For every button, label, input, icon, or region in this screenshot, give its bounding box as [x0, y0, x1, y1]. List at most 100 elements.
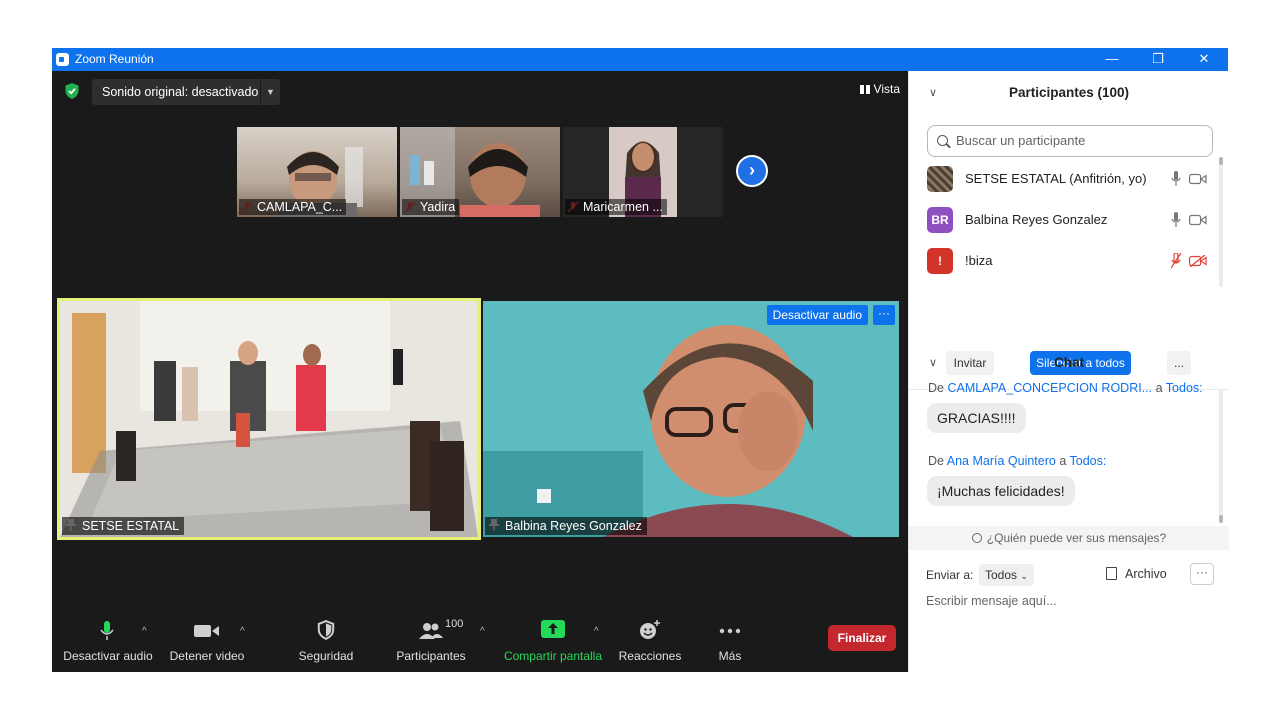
collapse-participants-chevron-icon[interactable]: ∨ [929, 73, 937, 113]
participant-row[interactable]: ! !biza [927, 247, 1207, 275]
send-to-row: Enviar a: Todos ⌄ Archivo ··· [926, 563, 1216, 589]
chat-sender-line: De Ana María Quintero a Todos: [928, 454, 1106, 468]
participants-button[interactable]: 100 Participantes [392, 612, 470, 672]
tile-name: SETSE ESTATAL [62, 517, 185, 535]
chat-sender-line: De CAMLAPA_CONCEPCION RODRI... a Todos: [928, 381, 1203, 395]
share-options-caret-icon[interactable]: ^ [594, 626, 599, 637]
security-button[interactable]: Seguridad [292, 612, 360, 672]
end-meeting-button[interactable]: Finalizar [828, 625, 896, 651]
person-info-icon [971, 533, 982, 543]
thumbnail-name: CAMLAPA_C... [239, 199, 347, 215]
security-label: Seguridad [298, 649, 354, 663]
audio-options-caret-icon[interactable]: ^ [142, 626, 147, 637]
mute-label: Desactivar audio [63, 649, 153, 663]
zoom-window: Zoom Reunión — ❐ ✕ Sonido original: desa… [52, 48, 1229, 672]
chat-message-bubble: GRACIAS!!!! [927, 403, 1026, 433]
chat-scroll-thumb[interactable] [1219, 515, 1223, 523]
more-dots-icon [719, 628, 741, 634]
collapse-chat-chevron-icon[interactable]: ∨ [929, 343, 937, 383]
more-button[interactable]: Más [702, 612, 758, 672]
microphone-icon[interactable] [1171, 171, 1181, 187]
share-screen-button[interactable]: Compartir pantalla [500, 612, 606, 672]
stop-video-button[interactable]: Detener video [162, 612, 252, 672]
stop-video-label: Detener video [169, 649, 245, 663]
chat-title-row: ∨ Chat [909, 343, 1229, 383]
participant-name: !biza [965, 253, 993, 268]
participant-thumbnail[interactable]: Yadira [400, 127, 560, 217]
video-tile-balbina[interactable]: Desactivar audio ··· Balbina Reyes Gonza… [483, 301, 899, 537]
title-bar: Zoom Reunión — ❐ ✕ [52, 48, 1228, 71]
share-screen-label: Compartir pantalla [503, 649, 603, 663]
participants-title: Participantes (100) [1008, 85, 1130, 100]
participant-name: SETSE ESTATAL (Anfitrión, yo) [965, 171, 1147, 186]
zoom-logo-icon [56, 53, 69, 66]
send-to-label: Enviar a: [926, 568, 974, 582]
chat-recipient[interactable]: Todos: [1070, 454, 1107, 468]
participant-name: Balbina Reyes Gonzalez [965, 212, 1108, 227]
meeting-video-area: Sonido original: desactivado ▼ Vista CAM… [52, 71, 908, 672]
reactions-icon [640, 620, 660, 639]
camera-icon[interactable] [1189, 173, 1207, 185]
reactions-button[interactable]: Reacciones [616, 612, 684, 672]
participant-thumbnail[interactable]: Maricarmen ... [563, 127, 723, 217]
participants-scrollbar[interactable] [1219, 157, 1223, 287]
chat-more-button[interactable]: ··· [1190, 563, 1214, 585]
mute-button[interactable]: Desactivar audio [60, 612, 156, 672]
participants-scroll-thumb[interactable] [1219, 157, 1223, 165]
participant-search-input[interactable]: Buscar un participante [927, 125, 1213, 157]
send-to-dropdown[interactable]: Todos ⌄ [979, 564, 1034, 586]
participant-row[interactable]: BR Balbina Reyes Gonzalez [927, 206, 1207, 234]
avatar: ! [927, 248, 953, 274]
chevron-down-icon: ⌄ [1020, 571, 1028, 581]
minimize-button[interactable]: — [1089, 48, 1135, 71]
chat-to-prefix: a [1152, 381, 1166, 395]
restore-button[interactable]: ❐ [1135, 48, 1181, 71]
camera-off-icon[interactable] [1189, 255, 1207, 267]
participants-header: ∨ Participantes (100) [909, 73, 1229, 113]
video-camera-icon [194, 625, 219, 637]
send-to-value: Todos [985, 568, 1018, 582]
chat-title: Chat [1054, 355, 1084, 370]
original-sound-dropdown-icon[interactable]: ▼ [260, 79, 280, 105]
microphone-icon[interactable] [1171, 212, 1181, 228]
video-tile-setse-estatal[interactable]: SETSE ESTATAL [57, 298, 481, 540]
deactivate-audio-button[interactable]: Desactivar audio [766, 305, 868, 325]
muted-mic-icon[interactable] [1171, 253, 1181, 269]
security-icon [317, 620, 335, 640]
thumbnail-name: Maricarmen ... [565, 199, 667, 215]
sidebar: ∨ Participantes (100) Buscar un particip… [908, 71, 1229, 672]
tile-more-button[interactable]: ··· [873, 305, 895, 325]
chat-message-input[interactable]: Escribir mensaje aquí... [926, 594, 1057, 608]
thumbnail-name: Yadira [402, 199, 460, 215]
view-button[interactable]: Vista [859, 82, 900, 96]
meeting-toolbar: Desactivar audio ^ Detener video ^ Segur… [52, 612, 908, 672]
search-icon [937, 135, 948, 146]
participants-icon [419, 623, 443, 639]
participants-label: Participantes [396, 649, 466, 663]
chat-sender-name[interactable]: Ana María Quintero [947, 454, 1056, 468]
view-label: Vista [873, 82, 900, 96]
who-can-see-messages[interactable]: ¿Quién puede ver sus mensajes? [909, 526, 1229, 550]
participant-search-placeholder: Buscar un participante [956, 133, 1086, 148]
more-label: Más [718, 649, 742, 663]
participant-row[interactable]: SETSE ESTATAL (Anfitrión, yo) [927, 165, 1207, 193]
participant-thumbnail[interactable]: CAMLAPA_C... [237, 127, 397, 217]
chat-scrollbar[interactable] [1219, 389, 1223, 523]
original-sound-toggle[interactable]: Sonido original: desactivado ▼ [92, 79, 280, 105]
chat-sender-name[interactable]: CAMLAPA_CONCEPCION RODRI... [947, 381, 1152, 395]
participants-options-caret-icon[interactable]: ^ [480, 626, 485, 637]
close-button[interactable]: ✕ [1181, 48, 1227, 71]
camera-icon[interactable] [1189, 214, 1207, 226]
avatar [927, 166, 953, 192]
file-button[interactable]: Archivo [1106, 567, 1167, 581]
tile-name: Balbina Reyes Gonzalez [485, 517, 647, 535]
original-sound-label: Sonido original: desactivado [102, 85, 259, 99]
security-shield-icon[interactable] [64, 82, 80, 100]
video-options-caret-icon[interactable]: ^ [240, 626, 245, 637]
share-screen-icon [541, 620, 565, 638]
chat-from-prefix: De [928, 454, 947, 468]
file-icon [1106, 567, 1117, 580]
participant-count: 100 [445, 618, 464, 630]
chat-recipient[interactable]: Todos: [1166, 381, 1203, 395]
next-page-arrow-icon[interactable]: › [736, 155, 768, 187]
